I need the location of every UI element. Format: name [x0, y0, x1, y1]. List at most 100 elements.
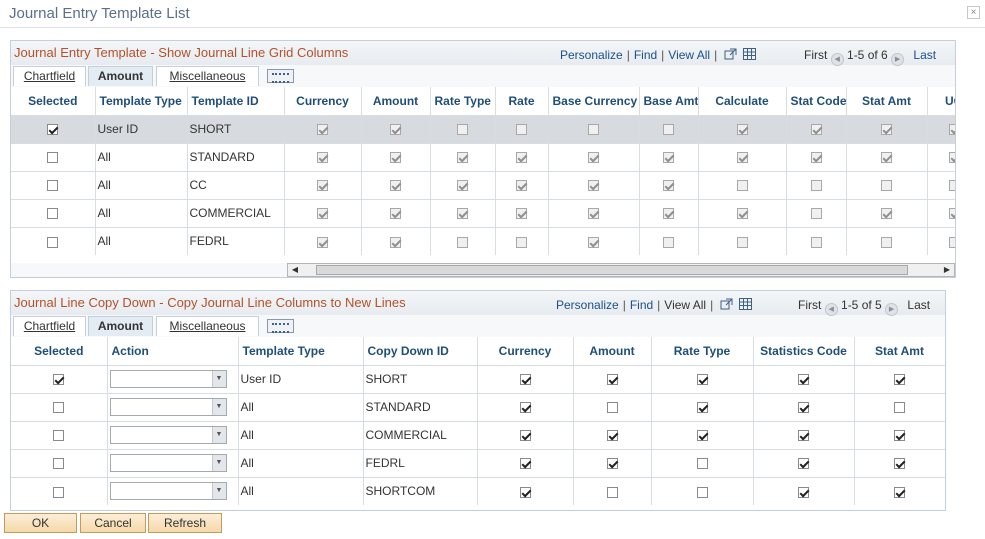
- table-row[interactable]: All FEDRL: [11, 226, 955, 255]
- checked-checkbox[interactable]: [519, 430, 531, 442]
- tab-chartfield[interactable]: Chartfield: [13, 316, 86, 336]
- column-header-currency[interactable]: Currency: [477, 337, 574, 365]
- scroll-thumb[interactable]: [316, 265, 908, 275]
- column-header-base-currency[interactable]: Base Currency: [548, 87, 640, 115]
- unchecked-checkbox[interactable]: [53, 402, 65, 414]
- column-header-rate-type[interactable]: Rate Type: [651, 337, 754, 365]
- unchecked-checkbox[interactable]: [47, 152, 59, 164]
- checked-checkbox[interactable]: [606, 430, 618, 442]
- chevron-down-icon[interactable]: ▼: [211, 455, 226, 471]
- unchecked-checkbox[interactable]: [894, 402, 905, 414]
- personalize-link[interactable]: Personalize: [560, 48, 623, 62]
- previous-icon[interactable]: ◀: [824, 303, 838, 316]
- scroll-left-icon[interactable]: ◀: [288, 264, 302, 276]
- view-all-link[interactable]: View All: [668, 48, 710, 62]
- column-header-template-type[interactable]: Template Type: [238, 337, 364, 365]
- show-all-columns-icon[interactable]: [267, 69, 294, 83]
- column-header-rate-type[interactable]: Rate Type: [430, 87, 496, 115]
- find-link[interactable]: Find: [634, 48, 657, 62]
- action-select[interactable]: ▼: [109, 482, 227, 501]
- unchecked-checkbox[interactable]: [53, 486, 65, 498]
- checked-checkbox[interactable]: [894, 430, 905, 442]
- table-row[interactable]: All STANDARD: [11, 142, 955, 171]
- find-link[interactable]: Find: [630, 298, 653, 312]
- column-header-action[interactable]: Action: [107, 337, 239, 365]
- action-select[interactable]: ▼: [109, 454, 227, 472]
- checked-checkbox[interactable]: [696, 374, 708, 386]
- checked-checkbox[interactable]: [606, 374, 618, 386]
- chevron-down-icon[interactable]: ▼: [211, 483, 226, 500]
- chevron-down-icon[interactable]: ▼: [211, 371, 226, 387]
- cancel-button[interactable]: Cancel: [80, 513, 146, 533]
- checked-checkbox[interactable]: [798, 458, 809, 470]
- column-header-stat-amt[interactable]: Stat Amt: [846, 87, 928, 115]
- checked-checkbox[interactable]: [696, 402, 708, 414]
- tab-chartfield[interactable]: Chartfield: [13, 66, 86, 86]
- column-header-currency[interactable]: Currency: [284, 87, 362, 115]
- checked-checkbox[interactable]: [798, 430, 809, 442]
- scroll-right-icon[interactable]: ▶: [940, 264, 954, 276]
- column-header-calculate[interactable]: Calculate: [698, 87, 787, 115]
- checked-checkbox[interactable]: [606, 458, 618, 470]
- column-header-stat-amt[interactable]: Stat Amt: [854, 337, 945, 365]
- tab-miscellaneous[interactable]: Miscellaneous: [156, 66, 259, 86]
- ok-button[interactable]: OK: [4, 513, 77, 533]
- column-header-uo[interactable]: UO: [927, 87, 955, 115]
- tab-miscellaneous[interactable]: Miscellaneous: [156, 316, 259, 336]
- checked-checkbox[interactable]: [519, 402, 531, 414]
- checked-checkbox[interactable]: [53, 374, 65, 386]
- table-row[interactable]: ▼ User ID SHORT: [11, 364, 945, 393]
- next-icon[interactable]: ▶: [885, 303, 899, 316]
- chevron-down-icon[interactable]: ▼: [211, 427, 226, 443]
- checked-checkbox[interactable]: [894, 374, 905, 386]
- checked-checkbox[interactable]: [798, 402, 809, 414]
- column-header-rate[interactable]: Rate: [495, 87, 549, 115]
- unchecked-checkbox[interactable]: [53, 458, 65, 470]
- column-header-stat-code[interactable]: Stat Code: [786, 87, 847, 115]
- view-all-label[interactable]: View All: [664, 298, 706, 312]
- action-select[interactable]: ▼: [109, 398, 227, 416]
- unchecked-checkbox[interactable]: [53, 430, 65, 442]
- new-window-icon[interactable]: [720, 298, 733, 310]
- column-header-base-amt[interactable]: Base Amt: [639, 87, 699, 115]
- column-header-selected[interactable]: Selected: [11, 87, 96, 115]
- personalize-link[interactable]: Personalize: [556, 298, 619, 312]
- column-header-amount[interactable]: Amount: [361, 87, 431, 115]
- column-header-template-id[interactable]: Template ID: [187, 87, 285, 115]
- close-icon[interactable]: ×: [967, 6, 980, 19]
- column-header-selected[interactable]: Selected: [11, 337, 108, 365]
- last-link[interactable]: Last: [913, 48, 936, 62]
- checked-checkbox[interactable]: [894, 458, 905, 470]
- column-header-template-type[interactable]: Template Type: [95, 87, 188, 115]
- checked-checkbox[interactable]: [798, 374, 809, 386]
- table-row[interactable]: ▼ All SHORTCOM: [11, 476, 945, 505]
- refresh-button[interactable]: Refresh: [148, 513, 222, 533]
- action-select[interactable]: ▼: [109, 370, 227, 388]
- tab-amount[interactable]: Amount: [88, 66, 153, 86]
- unchecked-checkbox[interactable]: [606, 402, 618, 414]
- action-select[interactable]: ▼: [109, 426, 227, 444]
- checked-checkbox[interactable]: [519, 458, 531, 470]
- checked-checkbox[interactable]: [519, 486, 531, 498]
- horizontal-scrollbar[interactable]: ◀ ▶: [287, 263, 955, 277]
- column-header-copy-down-id[interactable]: Copy Down ID: [363, 337, 478, 365]
- unchecked-checkbox[interactable]: [696, 486, 708, 498]
- next-icon[interactable]: ▶: [891, 53, 905, 66]
- checked-checkbox[interactable]: [696, 430, 708, 442]
- column-header-statistics-code[interactable]: Statistics Code: [753, 337, 855, 365]
- table-row[interactable]: User ID SHORT: [11, 114, 955, 143]
- show-all-columns-icon[interactable]: [267, 319, 294, 333]
- previous-icon[interactable]: ◀: [830, 53, 844, 66]
- table-row[interactable]: All COMMERCIAL: [11, 198, 955, 227]
- chevron-down-icon[interactable]: ▼: [211, 399, 226, 415]
- checked-checkbox[interactable]: [519, 374, 531, 386]
- checked-checkbox[interactable]: [798, 486, 809, 498]
- unchecked-checkbox[interactable]: [47, 236, 59, 248]
- checked-checkbox[interactable]: [894, 486, 905, 498]
- new-window-icon[interactable]: [724, 48, 737, 60]
- tab-amount[interactable]: Amount: [88, 316, 153, 336]
- unchecked-checkbox[interactable]: [696, 458, 708, 470]
- table-row[interactable]: ▼ All STANDARD: [11, 392, 945, 421]
- download-grid-icon[interactable]: [743, 48, 757, 60]
- table-row[interactable]: ▼ All FEDRL: [11, 448, 945, 477]
